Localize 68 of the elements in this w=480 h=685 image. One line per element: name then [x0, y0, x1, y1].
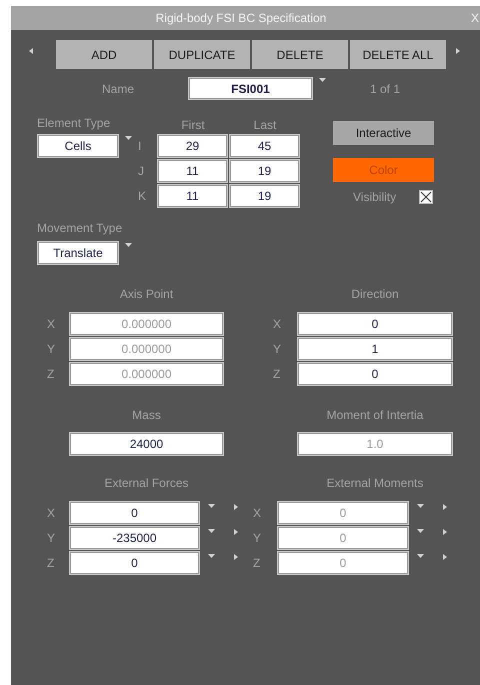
section-title: External Forces	[103, 476, 190, 490]
range-field[interactable]: 19	[229, 184, 300, 208]
movement-type-dropdown[interactable]: Translate	[37, 241, 119, 265]
dropdown-caret-icon[interactable]	[417, 554, 424, 558]
section-title: External Moments	[326, 476, 424, 490]
section-title: Moment of Intertia	[326, 408, 424, 422]
axis-label: X	[46, 317, 56, 331]
right-arrow-icon[interactable]	[234, 529, 238, 535]
range-field[interactable]: 11	[157, 159, 228, 183]
axis-label: Y	[253, 531, 262, 545]
index-label: I	[137, 139, 142, 153]
direction-field[interactable]: 1	[297, 337, 453, 361]
right-arrow-icon[interactable]	[234, 554, 238, 560]
column-header: Last	[252, 118, 278, 132]
range-field[interactable]: 11	[157, 184, 228, 208]
visibility-checkbox[interactable]	[419, 190, 434, 204]
range-field[interactable]: 29	[157, 134, 228, 158]
dropdown-caret-icon[interactable]	[208, 529, 215, 533]
right-arrow-icon[interactable]	[234, 504, 238, 510]
range-field[interactable]: 45	[229, 134, 300, 158]
index-label: J	[137, 164, 145, 178]
axis-label: Z	[253, 556, 262, 570]
mass-field[interactable]: 24000	[69, 432, 224, 456]
section-title: Axis Point	[118, 287, 174, 301]
axis-label: Y	[46, 342, 56, 356]
interactive-button[interactable]: Interactive	[333, 121, 434, 145]
record-counter: 1 of 1	[370, 82, 400, 96]
force-field[interactable]: 0	[69, 551, 200, 575]
right-arrow-icon[interactable]	[443, 554, 447, 560]
direction-field[interactable]: 0	[297, 312, 453, 336]
right-arrow-icon[interactable]	[456, 48, 460, 54]
name-field[interactable]: FSI001	[188, 77, 313, 100]
dropdown-caret-icon[interactable]	[417, 529, 424, 533]
dropdown-caret-icon[interactable]	[125, 136, 132, 140]
axis-label: Y	[46, 531, 56, 545]
axis-label: X	[273, 317, 282, 331]
direction-field[interactable]: 0	[297, 362, 453, 386]
index-label: K	[137, 189, 148, 203]
range-field[interactable]: 19	[229, 159, 300, 183]
force-field[interactable]: 0	[69, 501, 200, 525]
dropdown-caret-icon[interactable]	[417, 504, 424, 508]
axis-label: Z	[46, 367, 56, 381]
axis-label: Z	[273, 367, 282, 381]
window-title: Rigid-body FSI BC Specification	[154, 11, 328, 25]
toolbar-button[interactable]: DELETE	[252, 40, 348, 69]
section-title: Mass	[131, 408, 162, 422]
axis-label: X	[46, 506, 56, 520]
toolbar-button[interactable]: DELETE ALL	[350, 40, 446, 69]
visibility-label: Visibility	[353, 190, 396, 204]
movement-type-label: Movement Type	[37, 221, 124, 237]
toolbar-button[interactable]: DUPLICATE	[154, 40, 250, 69]
element-type-dropdown[interactable]: Cells	[37, 134, 119, 158]
column-header: First	[180, 118, 206, 132]
left-arrow-icon[interactable]	[29, 48, 33, 54]
axis-label: Y	[273, 342, 282, 356]
force-field[interactable]: -235000	[69, 526, 200, 550]
dropdown-caret-icon[interactable]	[125, 243, 132, 247]
axis-label: X	[253, 506, 262, 520]
section-title: Direction	[350, 287, 400, 301]
dropdown-caret-icon[interactable]	[208, 504, 215, 508]
element-type-label: Element Type	[37, 116, 112, 132]
axis-label: Z	[46, 556, 56, 570]
right-arrow-icon[interactable]	[443, 504, 447, 510]
right-arrow-icon[interactable]	[443, 529, 447, 535]
dropdown-caret-icon[interactable]	[319, 78, 326, 82]
toolbar-button[interactable]: ADD	[56, 40, 152, 69]
dropdown-caret-icon[interactable]	[208, 554, 215, 558]
name-label: Name	[100, 82, 135, 96]
